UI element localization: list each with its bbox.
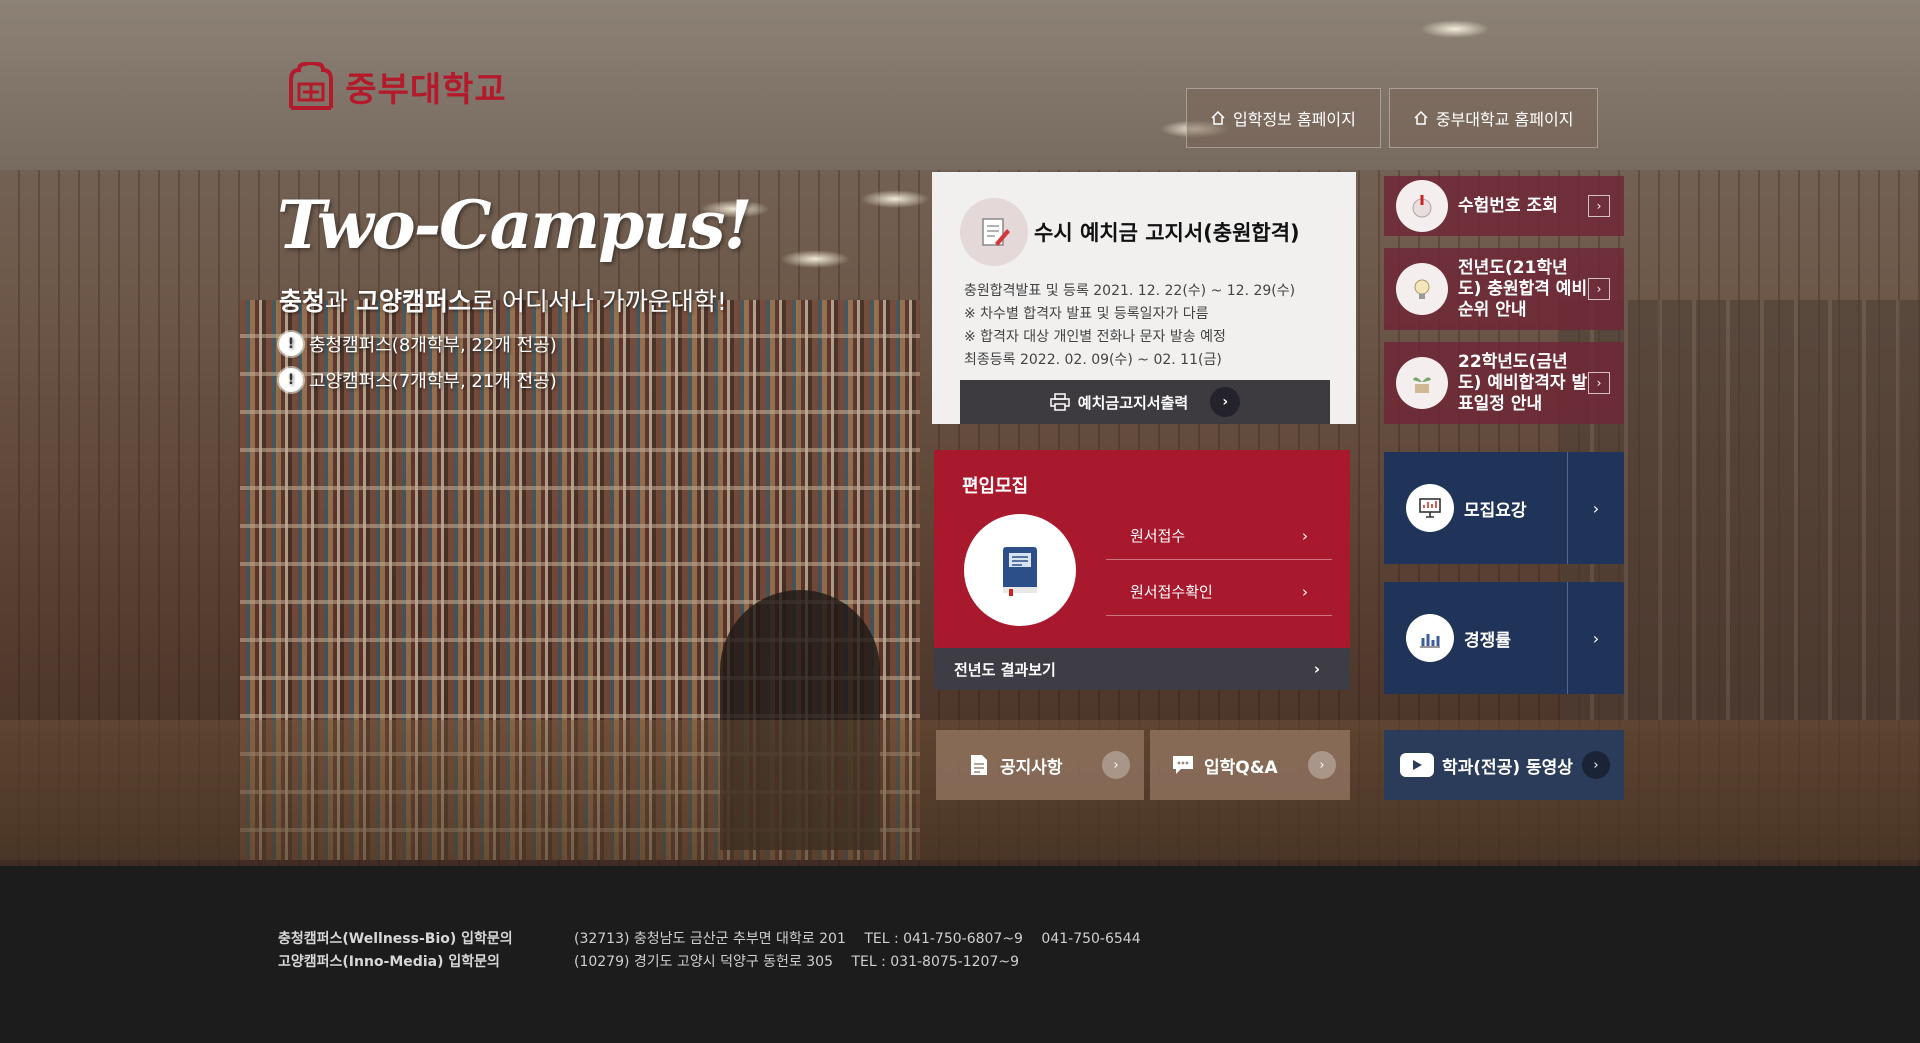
admission-home-label: 입학정보 홈페이지	[1233, 110, 1356, 129]
youtube-play-icon	[1400, 753, 1434, 777]
campus-line-text: 충청캠퍼스(8개학부, 22개 전공)	[309, 335, 557, 356]
exam-number-lookup-tile[interactable]: 수험번호 조회 ›	[1384, 176, 1624, 236]
chevron-right-icon: ›	[1302, 582, 1308, 601]
notice-header: 수시 예치금 고지서(충원합격)	[932, 172, 1356, 266]
hero-subtitle-rest: 로 어디서나 가까운대학!	[470, 287, 727, 316]
footer-tel: TEL : 031-8075-1207~9	[851, 954, 1019, 970]
footer-campus-goyang: 고양캠퍼스(Inno-Media) 입학문의	[278, 954, 500, 970]
print-button-label: 예치금고지서출력	[1077, 393, 1189, 412]
print-deposit-notice-button[interactable]: 예치금고지서출력 ›	[960, 380, 1330, 424]
transfer-title: 편입모집	[962, 476, 1029, 497]
deposit-notice-card: 수시 예치금 고지서(충원합격) 충원합격발표 및 등록 2021. 12. 2…	[932, 172, 1356, 424]
chevron-right-icon: ›	[1588, 372, 1610, 394]
lightbulb-icon	[1396, 263, 1448, 315]
chat-bubble-icon	[1170, 753, 1196, 777]
chevron-right-icon: ›	[1588, 195, 1610, 217]
info-badge-icon: !	[279, 332, 303, 356]
notice-line: ※ 차수별 합격자 발표 및 등록일자가 다름	[964, 306, 1209, 322]
tile-label: 전년도(21학년도) 충원합격 예비순위 안내	[1458, 257, 1588, 320]
footer-tel: TEL : 041-750-6807~9	[864, 931, 1023, 947]
university-home-label: 중부대학교 홈페이지	[1435, 110, 1574, 129]
pencil-target-icon	[1396, 180, 1448, 232]
prev-results-label: 전년도 결과보기	[954, 660, 1056, 679]
hero-subtitle: 충청과 고양캠퍼스로 어디서나 가까운대학!	[255, 279, 755, 325]
university-name: 중부대학교	[345, 69, 507, 110]
chevron-right-icon: ›	[1592, 498, 1600, 518]
hero-subtitle-campus2: 고양캠퍼스	[355, 287, 471, 316]
chevron-right-icon: ›	[1210, 387, 1241, 417]
footer-address: (10279) 경기도 고양시 덕양구 동헌로 305	[574, 954, 833, 970]
chevron-right-icon: ›	[1308, 751, 1336, 779]
tile-label: 수험번호 조회	[1458, 195, 1558, 216]
university-logo[interactable]: 중부대학교	[245, 22, 547, 150]
chevron-right-icon: ›	[1102, 751, 1130, 779]
footer-address: (32713) 충청남도 금산군 추부면 대학로 201	[574, 931, 846, 947]
footer-contact: (32713) 충청남도 금산군 추부면 대학로 201 TEL : 041-7…	[574, 928, 1155, 974]
waitlist-schedule-tile[interactable]: 22학년도(금년도) 예비합격자 발표일정 안내 ›	[1384, 342, 1624, 424]
hero-subtitle-mid: 과	[325, 287, 356, 316]
link-label: 원서접수	[1130, 527, 1186, 545]
plant-sprout-icon	[1396, 357, 1448, 409]
campus-line-chungcheong: ! 충청캠퍼스(8개학부, 22개 전공)	[255, 327, 755, 361]
footer-fax: 041-750-6544	[1041, 931, 1141, 947]
chevron-right-icon: ›	[1582, 751, 1610, 779]
home-icon	[1414, 111, 1428, 125]
university-emblem-icon	[285, 61, 337, 110]
footer-contact-row: (10279) 경기도 고양시 덕양구 동헌로 305 TEL : 031-80…	[574, 951, 1155, 974]
notice-title: 수시 예치금 고지서(충원합격)	[1034, 221, 1300, 245]
tile-label: 22학년도(금년도) 예비합격자 발표일정 안내	[1458, 351, 1588, 414]
tile-label: 공지사항	[1000, 757, 1063, 778]
document-list-icon	[966, 753, 992, 777]
campus-line-text: 고양캠퍼스(7개학부, 21개 전공)	[309, 371, 557, 392]
hero-section: Two-Campus! 충청과 고양캠퍼스로 어디서나 가까운대학! ! 충청캠…	[255, 178, 755, 397]
admission-home-link[interactable]: 입학정보 홈페이지	[1186, 88, 1381, 148]
footer: 충청캠퍼스(Wellness-Bio) 입학문의 고양캠퍼스(Inno-Medi…	[0, 866, 1920, 1043]
footer-campus-chungcheong: 충청캠퍼스(Wellness-Bio) 입학문의	[278, 931, 513, 947]
notice-line: ※ 합격자 대상 개인별 전화나 문자 발송 예정	[964, 329, 1226, 345]
admission-guide-tile[interactable]: 모집요강 ›	[1384, 452, 1624, 564]
tile-label: 모집요강	[1464, 500, 1527, 521]
presentation-icon	[1406, 484, 1454, 532]
chevron-right-icon: ›	[1588, 278, 1610, 300]
top-links: 입학정보 홈페이지 중부대학교 홈페이지	[1186, 88, 1599, 148]
campus-line-goyang: ! 고양캠퍼스(7개학부, 21개 전공)	[255, 363, 755, 397]
department-video-tile[interactable]: 학과(전공) 동영상 ›	[1384, 730, 1624, 800]
chevron-right-icon: ›	[1302, 526, 1308, 545]
book-icon	[964, 514, 1076, 626]
hero-subtitle-campus1: 충청	[279, 287, 326, 316]
info-badge-icon: !	[279, 368, 303, 392]
university-home-link[interactable]: 중부대학교 홈페이지	[1388, 88, 1599, 148]
document-edit-icon	[960, 198, 1028, 266]
notice-line: 최종등록 2022. 02. 09(수) ~ 02. 11(금)	[964, 352, 1222, 368]
notices-tile[interactable]: 공지사항 ›	[936, 730, 1144, 800]
prev-year-results-button[interactable]: 전년도 결과보기 ›	[934, 648, 1350, 690]
tile-label: 학과(전공) 동영상	[1442, 757, 1573, 778]
competition-rate-tile[interactable]: 경쟁률 ›	[1384, 582, 1624, 694]
prev-year-waitlist-tile[interactable]: 전년도(21학년도) 충원합격 예비순위 안내 ›	[1384, 248, 1624, 330]
footer-contact-row: (32713) 충청남도 금산군 추부면 대학로 201 TEL : 041-7…	[574, 928, 1155, 951]
chevron-right-icon: ›	[1313, 660, 1320, 678]
notice-body: 충원합격발표 및 등록 2021. 12. 22(수) ~ 12. 29(수) …	[932, 266, 1356, 372]
tile-label: 입학Q&A	[1204, 757, 1278, 778]
chevron-right-icon: ›	[1592, 628, 1600, 648]
footer-campus-inquiries: 충청캠퍼스(Wellness-Bio) 입학문의 고양캠퍼스(Inno-Medi…	[278, 928, 513, 974]
home-icon	[1211, 111, 1225, 125]
application-check-link[interactable]: 원서접수확인 ›	[1106, 568, 1332, 616]
hero-script-title: Two-Campus!	[277, 186, 752, 264]
application-submit-link[interactable]: 원서접수 ›	[1106, 512, 1332, 560]
printer-icon	[1050, 393, 1070, 411]
link-label: 원서접수확인	[1130, 583, 1213, 601]
tile-label: 경쟁률	[1464, 630, 1511, 651]
bar-chart-icon	[1406, 614, 1454, 662]
admission-qna-tile[interactable]: 입학Q&A ›	[1150, 730, 1350, 800]
notice-line: 충원합격발표 및 등록 2021. 12. 22(수) ~ 12. 29(수)	[964, 283, 1296, 299]
